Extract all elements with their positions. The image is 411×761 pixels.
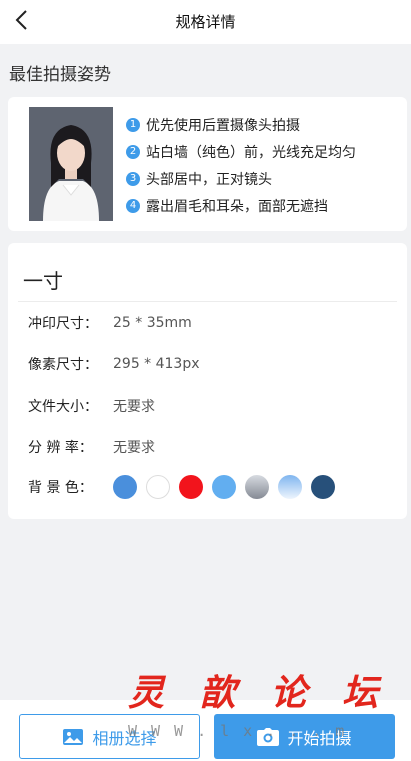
file-size-row: 文件大小： 无要求 (28, 394, 155, 418)
tip-text: 优先使用后置摄像头拍摄 (146, 117, 300, 134)
tip-text: 露出眉毛和耳朵，面部无遮挡 (146, 198, 328, 215)
tip-item: 2 站白墙（纯色）前，光线充足均匀 (126, 138, 356, 165)
pixel-size-value: 295 * 413px (113, 356, 200, 372)
tip-item: 3 头部居中，正对镜头 (126, 165, 356, 192)
color-swatch[interactable] (212, 475, 236, 499)
album-select-label: 相册选择 (92, 728, 157, 748)
resolution-row: 分 辨 率： 无要求 (28, 435, 155, 459)
color-swatch[interactable] (278, 475, 302, 499)
pixel-size-label: 像素尺寸： (28, 357, 98, 373)
background-color-swatches (113, 475, 344, 499)
page-title: 规格详情 (175, 13, 236, 31)
color-swatch[interactable] (113, 475, 137, 499)
image-icon (62, 728, 84, 746)
print-size-label: 冲印尺寸： (28, 316, 98, 332)
tip-text: 头部居中，正对镜头 (146, 171, 272, 188)
print-size-row: 冲印尺寸： 25 * 35mm (28, 311, 192, 335)
background-color-label: 背 景 色： (28, 480, 93, 496)
camera-icon (257, 727, 280, 746)
tip-number-badge: 3 (126, 171, 140, 186)
bottom-action-bar: 相册选择 开始拍摄 (0, 700, 411, 761)
print-size-value: 25 * 35mm (113, 315, 192, 331)
tip-item: 4 露出眉毛和耳朵，面部无遮挡 (126, 192, 356, 219)
sample-portrait-photo (29, 107, 113, 221)
pose-tips-list: 1 优先使用后置摄像头拍摄 2 站白墙（纯色）前，光线充足均匀 3 头部居中，正… (126, 111, 356, 219)
spec-card: 一寸 冲印尺寸： 25 * 35mm 像素尺寸： 295 * 413px 文件大… (8, 243, 407, 519)
tip-text: 站白墙（纯色）前，光线充足均匀 (146, 144, 356, 161)
pose-section-heading: 最佳拍摄姿势 (9, 65, 111, 85)
start-shooting-label: 开始拍摄 (287, 728, 352, 748)
color-swatch[interactable] (311, 475, 335, 499)
file-size-value: 无要求 (113, 399, 155, 415)
start-shooting-button[interactable]: 开始拍摄 (214, 714, 395, 759)
divider (18, 301, 397, 302)
color-swatch[interactable] (179, 475, 203, 499)
spec-title: 一寸 (23, 269, 63, 293)
color-swatch[interactable] (245, 475, 269, 499)
tip-number-badge: 4 (126, 198, 140, 213)
pose-card: 1 优先使用后置摄像头拍摄 2 站白墙（纯色）前，光线充足均匀 3 头部居中，正… (8, 97, 407, 231)
tip-item: 1 优先使用后置摄像头拍摄 (126, 111, 356, 138)
resolution-label: 分 辨 率： (28, 440, 93, 456)
resolution-value: 无要求 (113, 440, 155, 456)
album-select-button[interactable]: 相册选择 (19, 714, 200, 759)
file-size-label: 文件大小： (28, 399, 98, 415)
background-color-row: 背 景 色： (28, 475, 344, 499)
tip-number-badge: 2 (126, 144, 140, 159)
color-swatch[interactable] (146, 475, 170, 499)
top-bar: 规格详情 (0, 0, 411, 44)
tip-number-badge: 1 (126, 117, 140, 132)
pixel-size-row: 像素尺寸： 295 * 413px (28, 352, 200, 376)
